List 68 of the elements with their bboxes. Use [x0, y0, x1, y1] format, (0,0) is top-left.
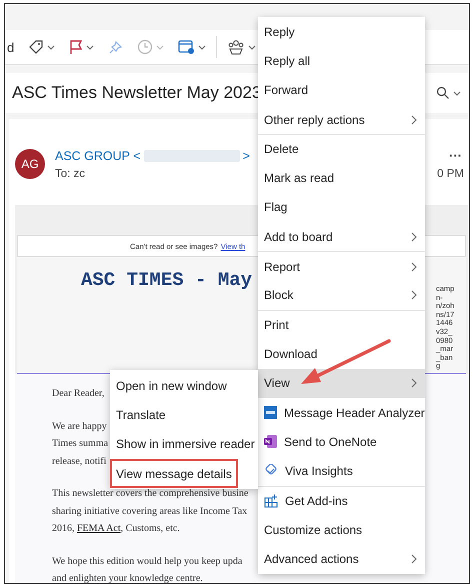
menu-item[interactable]: Download — [258, 339, 425, 369]
text-link[interactable]: FEMA Act — [77, 523, 121, 534]
zoom-button[interactable] — [436, 86, 461, 100]
more-button[interactable]: ··· — [443, 148, 468, 163]
time-text: 0 PM — [437, 168, 464, 180]
body-text-line: release, notifi — [52, 454, 106, 468]
menu-item[interactable]: Get Add-ins — [258, 486, 425, 516]
calendar-gear-icon — [178, 39, 196, 55]
chevron-down-icon — [86, 44, 94, 50]
chevron-down-icon — [453, 90, 461, 96]
sender-name[interactable]: ASC GROUP < — [55, 148, 141, 162]
newsletter-title: ASC TIMES - May — [81, 269, 252, 293]
calendar-button[interactable] — [178, 39, 206, 55]
menu-item[interactable]: Report — [258, 251, 425, 281]
menu-item[interactable]: Add to board — [258, 222, 425, 252]
body-text-line: Times summa — [52, 437, 108, 451]
recipient-text: To: zc — [55, 168, 86, 180]
chevron-right-icon — [411, 262, 417, 272]
menu-item[interactable]: Print — [258, 310, 425, 340]
chevron-down-icon — [198, 44, 206, 50]
body-text-line: Dear Reader, — [52, 387, 104, 401]
menu-item[interactable]: Forward — [258, 76, 425, 105]
chevron-right-icon — [411, 378, 417, 388]
tag-icon — [28, 39, 44, 55]
chevron-right-icon — [411, 290, 417, 300]
menu-item[interactable]: Customize actions — [258, 515, 425, 544]
add-ins-icon — [264, 494, 278, 508]
chevron-right-icon — [411, 232, 417, 242]
submenu-item[interactable]: Translate — [110, 400, 258, 430]
body-text-line: This newsletter covers the comprehensive busine — [52, 487, 248, 501]
flag-button[interactable] — [69, 39, 94, 55]
submenu-item[interactable]: Show in immersive reader — [110, 430, 258, 459]
body-text-line: sharing initiative covering areas like Income Tax — [52, 504, 248, 518]
search-icon — [436, 86, 450, 100]
chevron-down-icon — [156, 44, 164, 50]
chevron-down-icon — [248, 44, 256, 50]
menu-item[interactable]: Viva Insights — [258, 456, 425, 486]
body-text-line: We are happy — [52, 420, 107, 434]
chevron-down-icon — [47, 44, 56, 50]
menu-item[interactable]: Reply all — [258, 46, 425, 76]
tag-button[interactable] — [28, 39, 56, 55]
body-text-line: We hope this edition would help you keep upda — [52, 554, 242, 568]
menu-item[interactable]: Advanced actions — [258, 544, 425, 574]
people-icon — [227, 39, 246, 55]
toolbar-label: d — [7, 40, 14, 54]
menu-item[interactable]: View — [258, 368, 425, 398]
menu-item[interactable]: Delete — [258, 134, 425, 164]
analyzer-icon — [264, 406, 277, 419]
menu-item[interactable]: Other reply actions — [258, 104, 425, 134]
flag-icon — [69, 39, 84, 55]
submenu-item[interactable]: Open in new window — [110, 371, 258, 400]
chevron-right-icon — [411, 554, 417, 564]
pin-icon — [108, 40, 124, 54]
people-button[interactable] — [227, 39, 256, 55]
menu-item[interactable]: Mark as read — [258, 163, 425, 193]
body-text-line: and enlighten your knowledge centre. — [52, 572, 203, 583]
onenote-icon — [264, 435, 277, 448]
menu-item[interactable]: Block — [258, 280, 425, 310]
submenu-item[interactable]: View message details — [110, 458, 238, 488]
clock-icon — [137, 39, 154, 55]
menu-item[interactable]: Message Header Analyzer — [258, 398, 425, 428]
menu-item[interactable]: Reply — [258, 17, 425, 46]
avatar: AG — [15, 149, 45, 179]
chevron-right-icon — [411, 114, 417, 125]
menu-item[interactable]: Flag — [258, 192, 425, 222]
body-text-line: 2016, FEMA Act, Customs, etc. — [52, 522, 180, 536]
menu-item[interactable]: Send to OneNote — [258, 427, 425, 456]
sender-bracket: > — [242, 148, 250, 162]
